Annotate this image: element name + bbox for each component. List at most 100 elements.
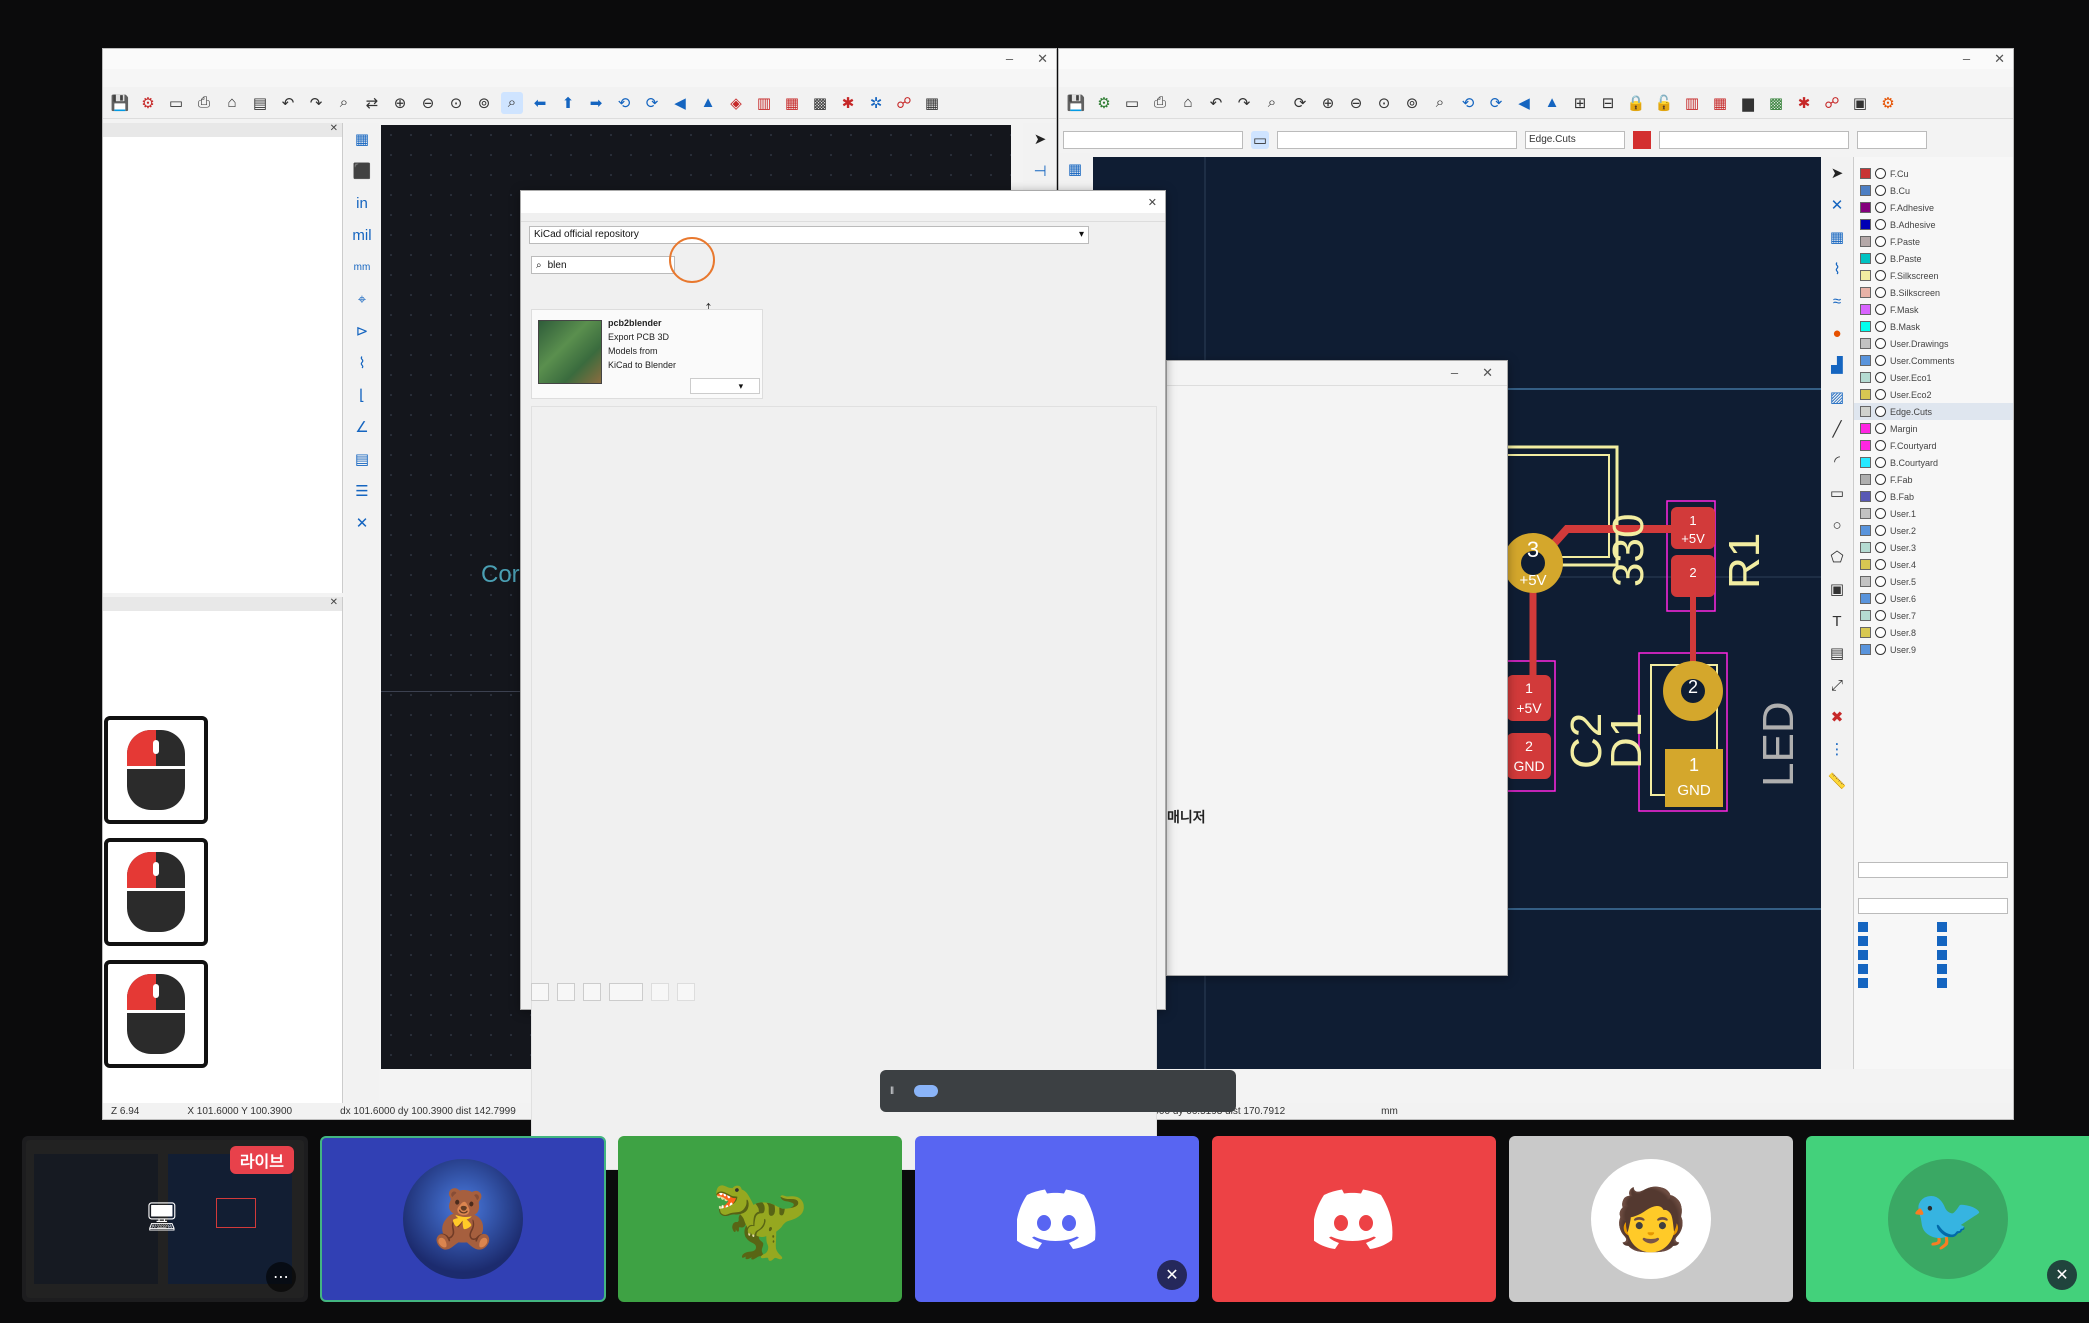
measure-icon[interactable]: 📏	[1825, 769, 1849, 793]
checkbox[interactable]	[1858, 936, 1868, 946]
layer-color-swatch[interactable]	[1860, 389, 1871, 400]
checkbox[interactable]	[1937, 978, 1947, 988]
drc-icon[interactable]: ✱	[1793, 92, 1815, 114]
distribute-icon[interactable]: ⊟	[1597, 92, 1619, 114]
save-icon[interactable]: 💾	[109, 92, 131, 114]
zoom-selection-icon[interactable]: ⌕	[501, 91, 523, 114]
zoom-select[interactable]	[1857, 131, 1927, 149]
eye-icon[interactable]	[1875, 559, 1886, 570]
arrow-right-icon[interactable]: ➡	[585, 92, 607, 114]
redo-icon[interactable]: ↷	[1233, 92, 1255, 114]
eye-icon[interactable]	[1875, 440, 1886, 451]
refresh-button[interactable]	[531, 983, 549, 1001]
dialog-titlebar[interactable]: ✕	[521, 191, 1165, 213]
drag-handle-icon[interactable]: ‖	[890, 1086, 894, 1097]
checkbox[interactable]	[1858, 978, 1868, 988]
netlist-icon[interactable]: ▩	[1765, 92, 1787, 114]
pad-icon[interactable]: ⊳	[350, 319, 374, 343]
open-package-dir-button[interactable]	[583, 983, 601, 1001]
layer-row[interactable]: User.6	[1854, 590, 2013, 607]
circle-icon[interactable]: ○	[1825, 513, 1849, 537]
layer-row[interactable]: User.1	[1854, 505, 2013, 522]
layer-row[interactable]: Edge.Cuts	[1854, 403, 2013, 420]
align-icon[interactable]: ⊞	[1569, 92, 1591, 114]
graph-icon[interactable]: ⌇	[350, 351, 374, 375]
page-settings-icon[interactable]: ▭	[1121, 92, 1143, 114]
flip-icon[interactable]: ◀	[1513, 92, 1535, 114]
checkbox[interactable]	[1858, 922, 1868, 932]
inch-units-icon[interactable]: in	[350, 191, 374, 215]
left-window-titlebar[interactable]: – ✕	[103, 49, 1056, 69]
table-icon[interactable]: ▦	[921, 92, 943, 114]
eye-icon[interactable]	[1875, 338, 1886, 349]
eye-icon[interactable]	[1875, 321, 1886, 332]
eye-icon[interactable]	[1875, 644, 1886, 655]
lock-icon[interactable]: ⬛	[350, 159, 374, 183]
close-icon[interactable]: ✕	[1482, 365, 1493, 381]
layer-row[interactable]: B.Mask	[1854, 318, 2013, 335]
eye-icon[interactable]	[1875, 491, 1886, 502]
layer-row[interactable]: B.Courtyard	[1854, 454, 2013, 471]
layer-row[interactable]: B.Adhesive	[1854, 216, 2013, 233]
grid-icon[interactable]: ▦	[350, 127, 374, 151]
eye-icon[interactable]	[1875, 355, 1886, 366]
rotate-cw-icon[interactable]: ⟳	[1485, 92, 1507, 114]
layer-row[interactable]: User.4	[1854, 556, 2013, 573]
layer-color-swatch[interactable]	[1860, 559, 1871, 570]
tools-icon[interactable]: ✕	[350, 511, 374, 535]
layer-row[interactable]: F.Courtyard	[1854, 437, 2013, 454]
layer-row[interactable]: Margin	[1854, 420, 2013, 437]
eye-icon[interactable]	[1875, 542, 1886, 553]
eye-icon[interactable]	[1875, 406, 1886, 417]
footprint-add-icon[interactable]: ▦	[1825, 225, 1849, 249]
layer-color-swatch[interactable]	[1860, 304, 1871, 315]
layer-color-swatch[interactable]	[1860, 185, 1871, 196]
eye-icon[interactable]	[1875, 508, 1886, 519]
drc-icon[interactable]: ✱	[837, 92, 859, 114]
layer-color-swatch[interactable]	[1860, 457, 1871, 468]
close-icon[interactable]: ✕	[330, 597, 338, 611]
eye-icon[interactable]	[1875, 185, 1886, 196]
auto-track-icon[interactable]: ▭	[1251, 131, 1269, 149]
route-icon[interactable]: ⊣	[1028, 159, 1052, 183]
properties-icon[interactable]: ◈	[725, 92, 747, 114]
mm-units-icon[interactable]: mm	[350, 255, 374, 279]
mirror-icon[interactable]: ▲	[1541, 92, 1563, 114]
layer-color-swatch[interactable]	[1860, 372, 1871, 383]
apply-button[interactable]	[677, 983, 695, 1001]
eye-icon[interactable]	[1875, 253, 1886, 264]
zoom-in-icon[interactable]: ⊕	[1317, 92, 1339, 114]
ratsnest-icon[interactable]: ⌊	[350, 383, 374, 407]
zoom-fit-icon[interactable]: ⊙	[1373, 92, 1395, 114]
checkbox[interactable]	[1937, 950, 1947, 960]
zoom-in-icon[interactable]: ⊕	[389, 92, 411, 114]
eye-icon[interactable]	[1875, 270, 1886, 281]
participant-tile[interactable]: 🐦 ✕	[1806, 1136, 2089, 1302]
layer-row[interactable]: User.9	[1854, 641, 2013, 658]
layer-row[interactable]: User.Eco1	[1854, 369, 2013, 386]
find-icon[interactable]: ⌕	[333, 92, 355, 114]
participant-tile[interactable]: ✕	[915, 1136, 1199, 1302]
layer-pair-select[interactable]	[1277, 131, 1517, 149]
eye-icon[interactable]	[1875, 610, 1886, 621]
diff-pair-icon[interactable]: ≈	[1825, 289, 1849, 313]
scripting-icon[interactable]: ☍	[1821, 92, 1843, 114]
rule-area-icon[interactable]: ▨	[1825, 385, 1849, 409]
layer-color-swatch[interactable]	[1860, 576, 1871, 587]
layer-color-swatch[interactable]	[1860, 287, 1871, 298]
checkbox[interactable]	[1858, 950, 1868, 960]
layer-row[interactable]: B.Cu	[1854, 182, 2013, 199]
repository-select[interactable]: KiCad official repository ▾	[529, 226, 1089, 244]
eye-icon[interactable]	[1875, 627, 1886, 638]
layer-color-swatch[interactable]	[1860, 270, 1871, 281]
layer-color-swatch[interactable]	[1860, 593, 1871, 604]
layer-row[interactable]: B.Paste	[1854, 250, 2013, 267]
discard-button[interactable]	[651, 983, 669, 1001]
layer-row[interactable]: User.Eco2	[1854, 386, 2013, 403]
via-icon[interactable]: ●	[1825, 321, 1849, 345]
image-icon[interactable]: ▣	[1825, 577, 1849, 601]
eye-icon[interactable]	[1875, 168, 1886, 179]
eye-icon[interactable]	[1875, 457, 1886, 468]
route-track-icon[interactable]: ⌇	[1825, 257, 1849, 281]
list-icon[interactable]: ☰	[350, 479, 374, 503]
